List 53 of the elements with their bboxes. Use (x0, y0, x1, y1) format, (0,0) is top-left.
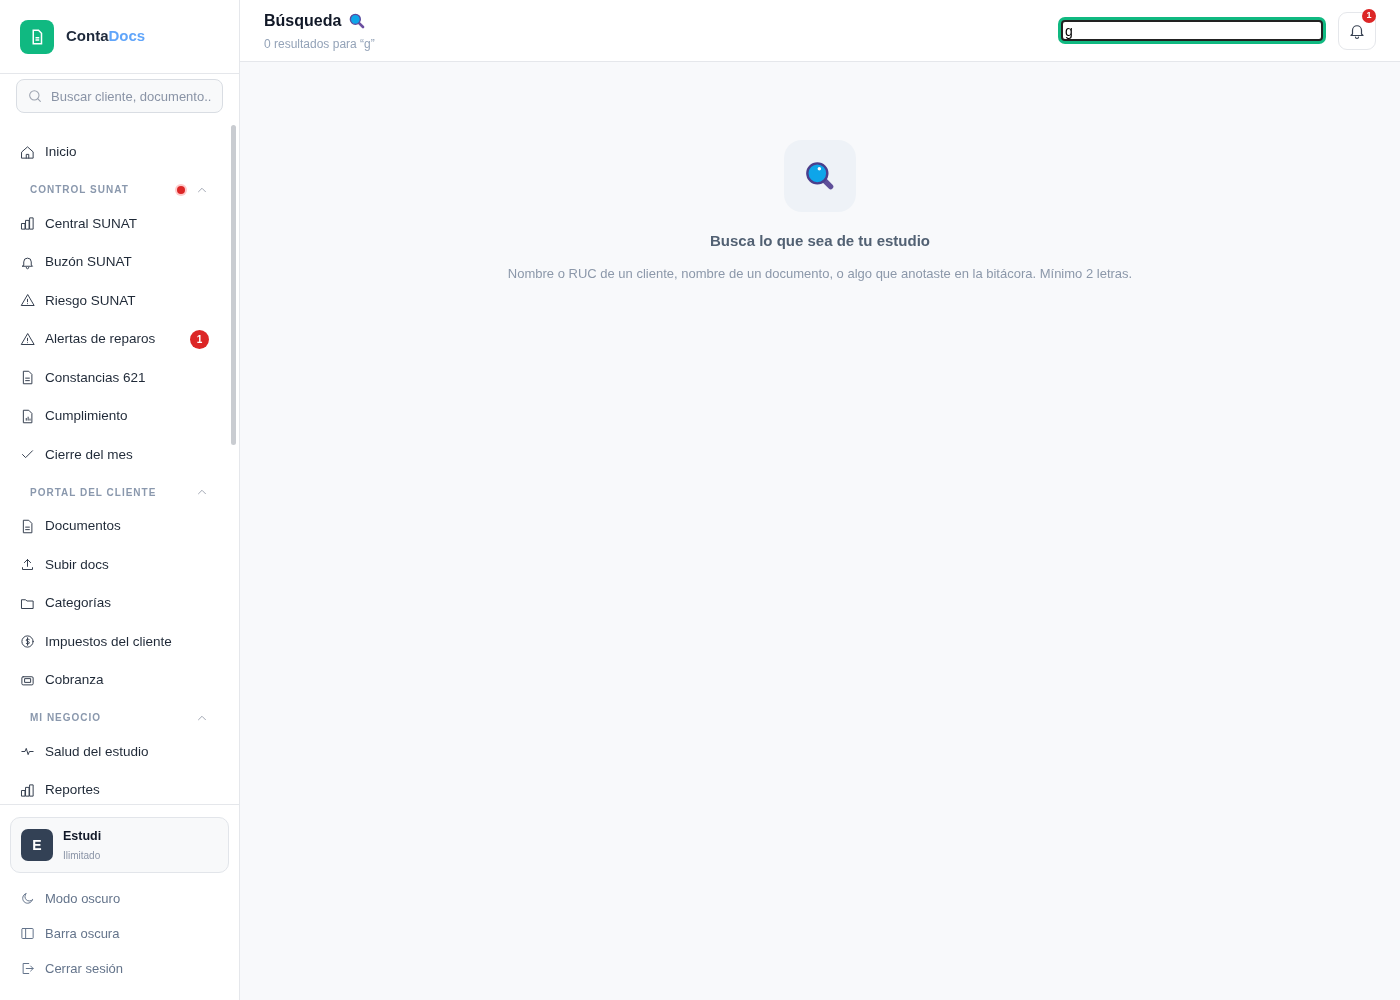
result-count: 0 resultados para “g” (264, 35, 375, 53)
nav-item[interactable]: Subir docs (0, 545, 239, 584)
sidebar-icon (20, 926, 35, 941)
scrollbar[interactable] (231, 125, 236, 445)
upload-icon (20, 557, 35, 573)
document-icon (20, 518, 35, 534)
magnifier-icon (349, 12, 366, 29)
nav-item[interactable]: Salud del estudio (0, 732, 239, 771)
search-illustration (784, 140, 856, 212)
nav-item[interactable]: Documentos (0, 507, 239, 546)
logout-icon (20, 961, 35, 976)
nav-item[interactable]: Cobranza (0, 661, 239, 700)
warning-icon (20, 293, 35, 309)
page-title: Búsqueda (264, 10, 342, 31)
nav-item[interactable]: Buzón SUNAT (0, 243, 239, 282)
nav-item[interactable]: Cierre del mes (0, 435, 239, 474)
section-label: MI NEGOCIO (30, 711, 102, 725)
footer-link[interactable]: Cerrar sesión (10, 951, 229, 986)
moon-icon (20, 891, 35, 906)
nav-item[interactable]: Alertas de reparos 1 (0, 320, 239, 359)
dollar-circle-icon (20, 634, 35, 650)
account-plan: Ilimitado (63, 848, 102, 863)
document-icon (20, 370, 35, 386)
footer-link[interactable]: Barra oscura (10, 916, 229, 951)
section-label: CONTROL SUNAT (30, 183, 129, 197)
document-chart-icon (20, 408, 35, 424)
bar-chart-icon (20, 216, 35, 232)
logo-icon (20, 19, 54, 54)
nav-item[interactable]: Categorías (0, 584, 239, 623)
nav-item[interactable]: Impuestos del cliente (0, 622, 239, 661)
empty-state-title: Busca lo que sea de tu estudio (708, 231, 932, 251)
search-field[interactable]: Buscar cliente, documento.. (16, 79, 223, 113)
bell-icon (20, 254, 35, 270)
nav-item[interactable]: Riesgo SUNAT (0, 281, 239, 320)
nav-item[interactable]: Constancias 621 (0, 358, 239, 397)
search-field[interactable]: g (1061, 20, 1323, 41)
footer-link[interactable]: Modo oscuro (10, 881, 229, 916)
empty-state-text: Nombre o RUC de un cliente, nombre de un documento, o algo que anotaste en la bitácora. Mínimo 2 letras. (506, 264, 1134, 283)
nav-item[interactable]: Cumplimiento (0, 397, 239, 436)
account-card[interactable]: E Estudi Ilimitado (10, 817, 229, 873)
nav-item[interactable]: Central SUNAT (0, 204, 239, 243)
notification-badge: 1 (1362, 8, 1376, 23)
brand-name: ContaDocs (66, 26, 146, 47)
nav-item[interactable]: Inicio (0, 133, 239, 172)
account-name: Estudi (63, 828, 102, 846)
notifications-button[interactable]: 1 (1338, 11, 1376, 50)
warning-icon (20, 331, 35, 347)
home-icon (20, 144, 35, 160)
bar-chart-icon (20, 782, 35, 798)
avatar: E (21, 829, 53, 861)
nav-item[interactable]: Reportes (0, 771, 239, 804)
count-badge: 1 (190, 329, 209, 349)
section-label: PORTAL DEL CLIENTE (30, 485, 157, 500)
